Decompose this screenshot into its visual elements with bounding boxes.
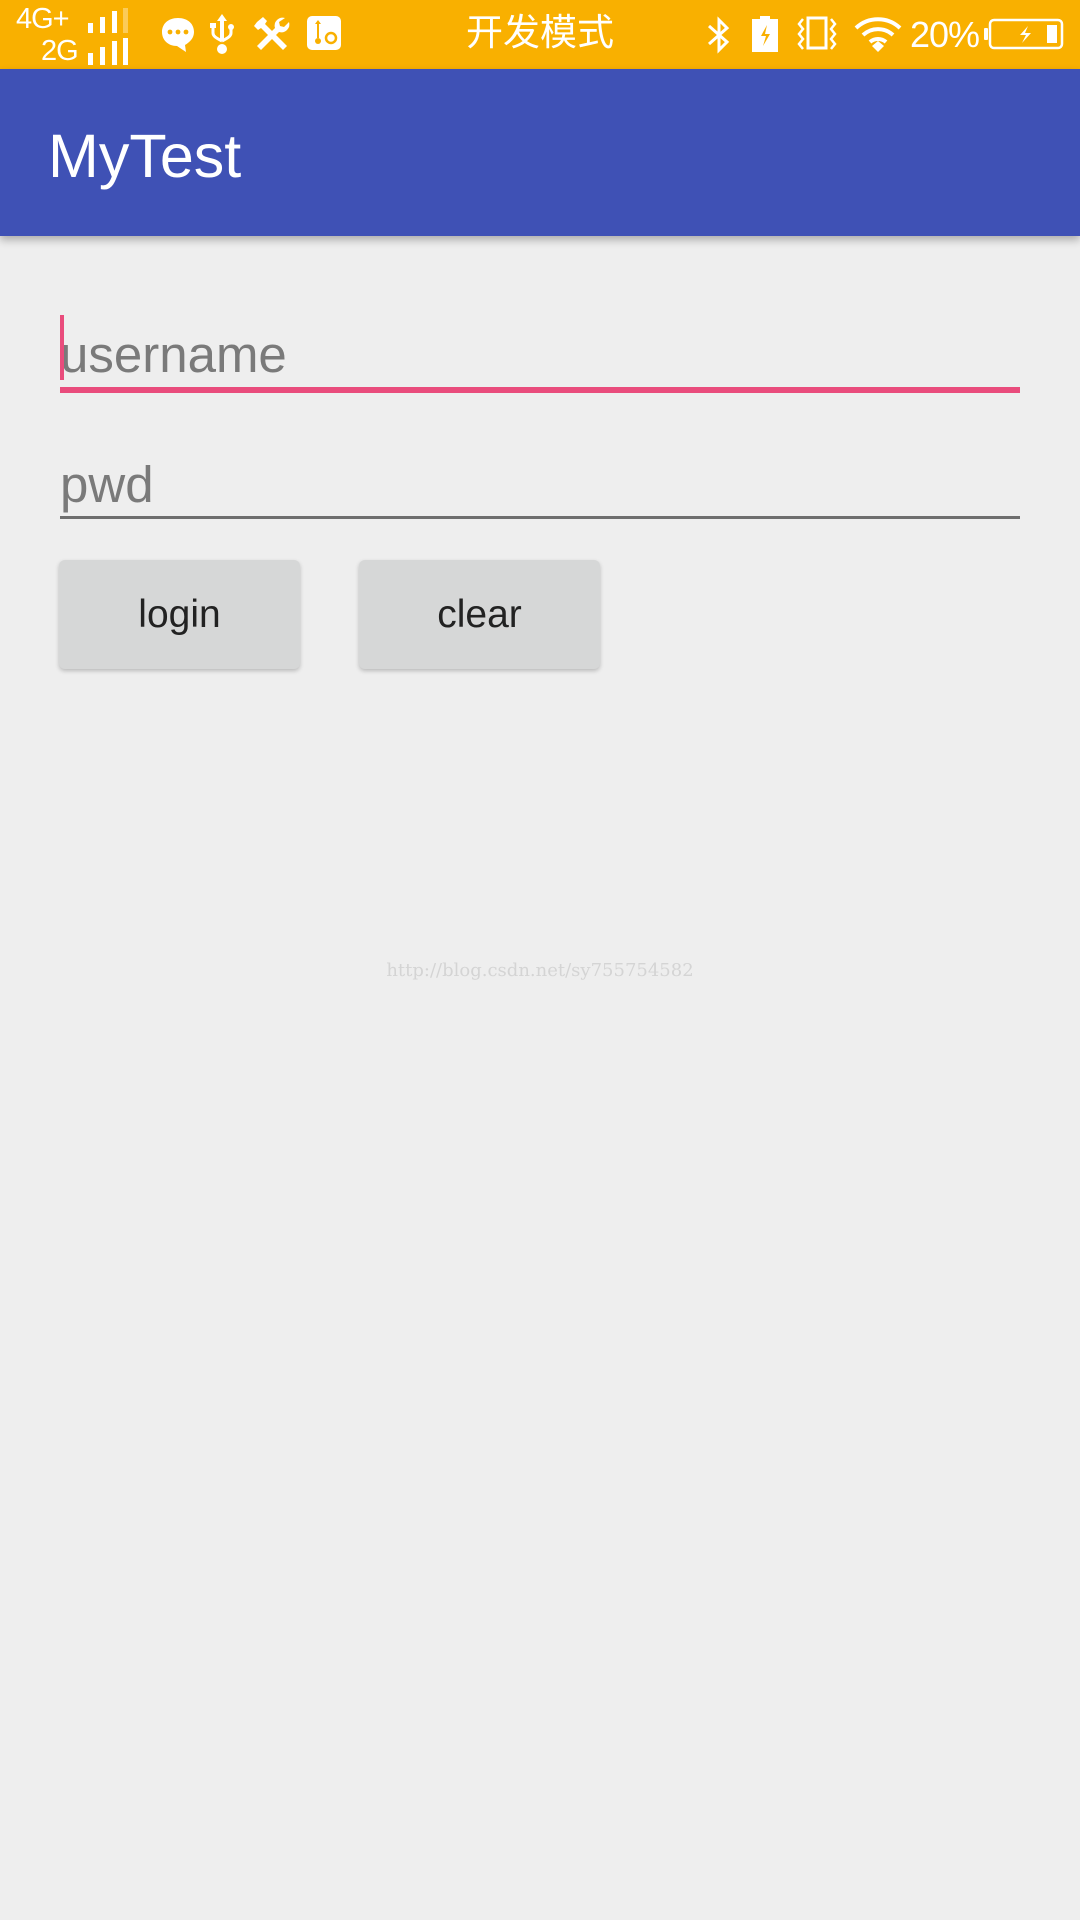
battery-icon bbox=[984, 18, 1064, 50]
vibrate-icon bbox=[797, 16, 837, 50]
password-input[interactable] bbox=[60, 454, 1020, 516]
clear-button[interactable]: clear bbox=[359, 560, 600, 669]
battery-percent: 20% bbox=[910, 14, 980, 55]
username-underline bbox=[60, 387, 1020, 393]
username-field-container bbox=[60, 312, 1020, 394]
password-field-container bbox=[60, 440, 1020, 520]
watermark-text: http://blog.csdn.net/sy755754582 bbox=[386, 960, 694, 981]
status-bar: 4G+ 2G 开发模式 20% bbox=[0, 0, 1080, 69]
app-title: MyTest bbox=[48, 122, 242, 190]
password-underline bbox=[60, 516, 1020, 519]
login-button[interactable]: login bbox=[59, 560, 300, 669]
wifi-icon bbox=[854, 17, 902, 52]
text-cursor bbox=[60, 315, 64, 380]
bluetooth-icon bbox=[708, 16, 730, 54]
app-bar: MyTest bbox=[0, 69, 1080, 236]
battery-saver-charging-icon bbox=[752, 16, 778, 52]
username-input[interactable] bbox=[60, 324, 1020, 386]
